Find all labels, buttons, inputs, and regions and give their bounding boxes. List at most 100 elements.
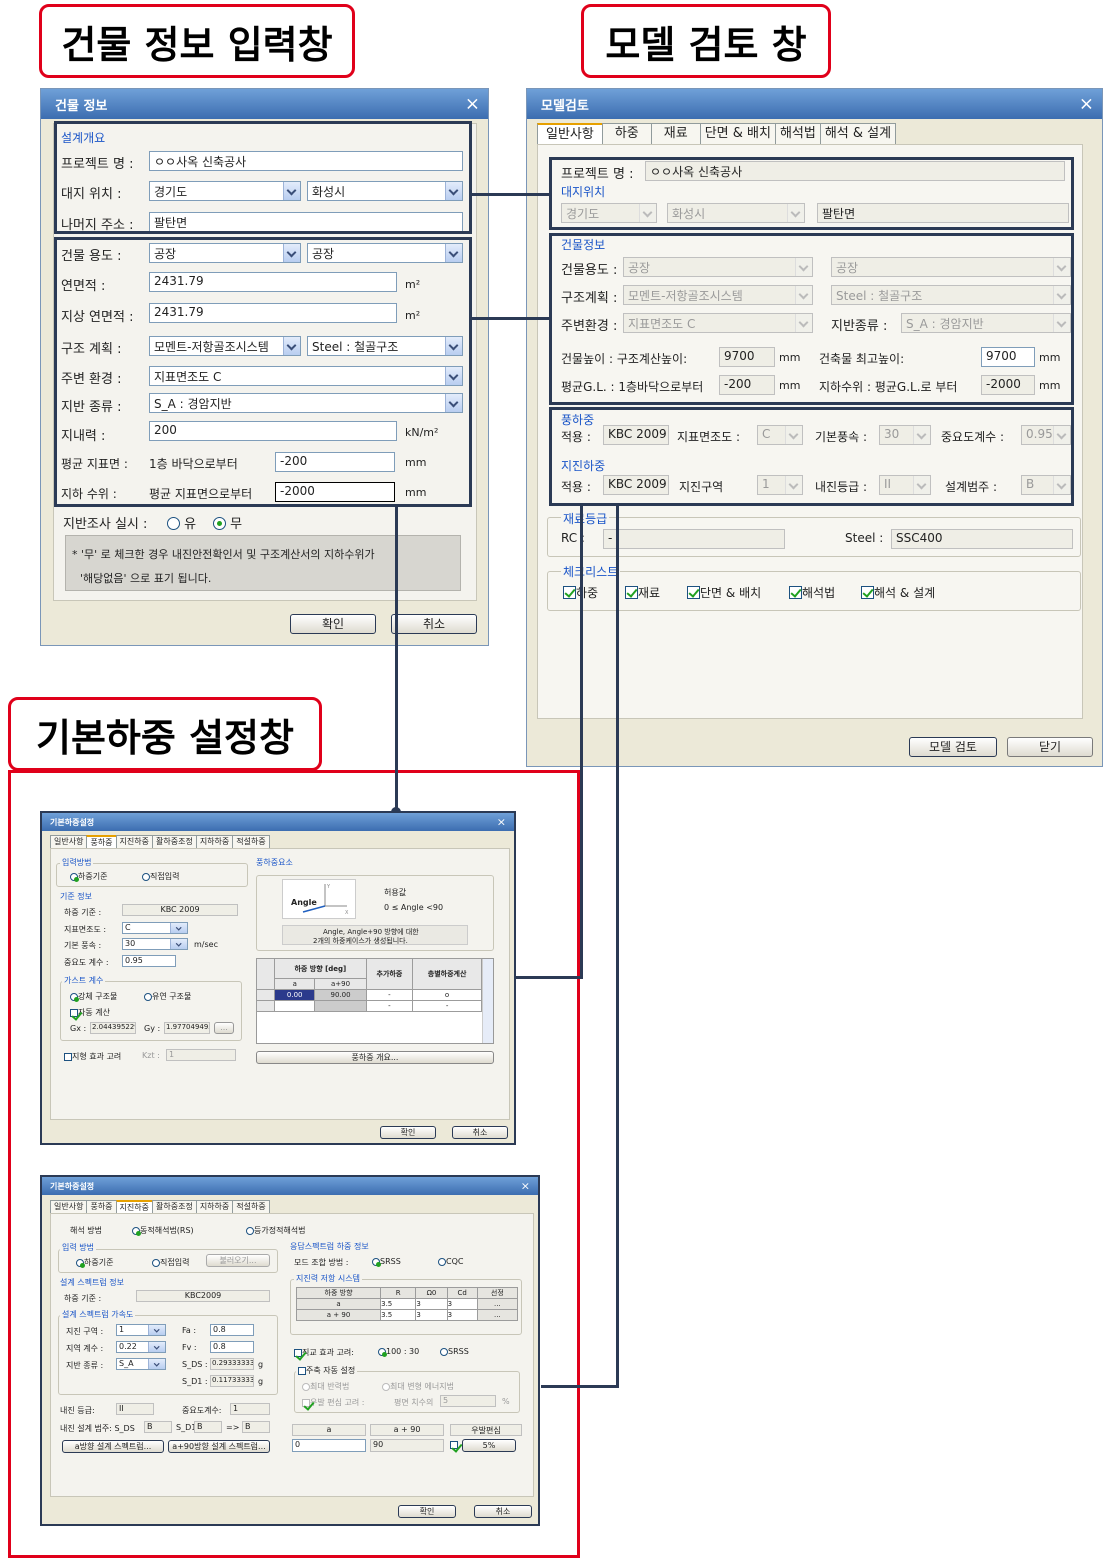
cell-cd[interactable]: 3 — [446, 1298, 478, 1310]
wind-table-scrollbar[interactable] — [482, 959, 493, 1043]
wind-rigid-option[interactable]: 강체 구조물 — [70, 991, 117, 1002]
wind-rough-label: 지표면조도 : — [64, 925, 107, 934]
close-icon[interactable]: × — [497, 816, 506, 829]
tab-section[interactable]: 단면 & 배치 — [699, 123, 776, 145]
seismic-bottom-a-field[interactable]: 0 — [292, 1439, 366, 1452]
cell-add[interactable]: - — [365, 1000, 414, 1012]
seismic-bottom-ecc-check[interactable] — [450, 1440, 458, 1449]
seismic-coef-select[interactable]: 0.22 — [116, 1341, 166, 1353]
tab-general[interactable]: 일반사항 — [50, 1200, 88, 1213]
seismic-std-option[interactable]: 하중기준 — [76, 1257, 113, 1268]
seismic-cancel-button[interactable]: 취소 — [474, 1505, 532, 1518]
seismic-spectrum-a90-button[interactable]: a+90방향 설계 스펙트럼... — [168, 1440, 270, 1453]
cell-a[interactable]: 0.00 — [273, 989, 316, 1001]
seismic-es-option[interactable]: 등가정적해석법 — [246, 1225, 306, 1236]
tab-analysis-method[interactable]: 해석법 — [774, 123, 821, 145]
seismic-spectrum-a-button[interactable]: a방향 설계 스펙트럼... — [62, 1440, 164, 1453]
seismic-soil-select[interactable]: S_A — [116, 1358, 166, 1370]
cell-torsion[interactable]: - — [412, 1000, 482, 1012]
table-row[interactable]: a + 90 3.5 3 3 ... — [295, 1309, 519, 1321]
survey-yes-option[interactable]: 유 — [167, 513, 196, 532]
close-icon[interactable]: × — [465, 94, 480, 115]
cell-a[interactable] — [273, 1000, 316, 1012]
tab-wind[interactable]: 풍하중 — [86, 835, 117, 848]
seismic-plan-field: 5 — [440, 1395, 496, 1407]
seismic-direct-option[interactable]: 직접입력 — [152, 1257, 189, 1268]
tab-live[interactable]: 활하중조정 — [152, 835, 197, 848]
wind-cancel-button[interactable]: 취소 — [452, 1126, 508, 1139]
seismic-ortho-option[interactable]: 직교 효과 고려: — [294, 1347, 354, 1358]
cancel-button[interactable]: 취소 — [391, 614, 477, 634]
wind-rough-select[interactable]: C — [122, 922, 188, 934]
cell-r[interactable]: 3.5 — [380, 1309, 417, 1321]
check-material[interactable]: 재료 — [625, 584, 660, 601]
seismic-fv-label: Fv : — [182, 1343, 197, 1352]
seismic-rs-option[interactable]: 동적해석법(RS) — [132, 1225, 194, 1236]
cell-a90[interactable] — [314, 1000, 367, 1012]
cell-r[interactable]: 3.5 — [380, 1298, 417, 1310]
check-analysis-design[interactable]: 해석 & 설계 — [861, 584, 935, 601]
model-review-title: 모델검토 — [541, 98, 589, 114]
seismic-ok-button[interactable]: 확인 — [398, 1505, 456, 1518]
tab-underground[interactable]: 지하하중 — [195, 1200, 234, 1213]
tab-underground[interactable]: 지하하중 — [195, 835, 234, 848]
model-close-button[interactable]: 닫기 — [1007, 737, 1093, 757]
table-row[interactable]: 0.00 90.00 - o — [256, 989, 482, 1001]
cell-torsion[interactable]: o — [412, 989, 482, 1001]
tab-wind[interactable]: 풍하중 — [86, 1200, 117, 1213]
cell-omega[interactable]: 3 — [415, 1309, 448, 1321]
seismic-fv-field[interactable]: 0.8 — [210, 1341, 254, 1353]
wind-direct-option[interactable]: 직접입력 — [142, 871, 179, 882]
cell-add[interactable]: - — [365, 989, 414, 1001]
seismic-ortho-srss-option[interactable]: SRSS — [440, 1347, 469, 1356]
highlight-model-loads — [549, 407, 1074, 506]
tab-snow[interactable]: 적설하중 — [232, 1200, 270, 1213]
cell-omega[interactable]: 3 — [415, 1298, 448, 1310]
seismic-cqc-option[interactable]: CQC — [438, 1257, 463, 1266]
cell-a90[interactable]: 90.00 — [314, 989, 367, 1001]
wind-auto-option[interactable]: 자동 계산 — [70, 1007, 110, 1018]
tab-analysis-design[interactable]: 해석 & 설계 — [819, 123, 897, 145]
tab-seismic[interactable]: 지진하중 — [115, 835, 153, 848]
wind-flex-option[interactable]: 유연 구조물 — [144, 991, 191, 1002]
table-row[interactable]: - - — [256, 1000, 482, 1012]
wind-topo-option[interactable]: 지형 효과 고려 — [64, 1051, 121, 1062]
close-icon[interactable]: × — [521, 1180, 530, 1193]
tab-general[interactable]: 일반사항 — [537, 123, 603, 145]
close-icon[interactable]: × — [1079, 94, 1094, 115]
wind-gust-more-button[interactable]: ... — [214, 1022, 234, 1034]
seismic-ecc-option[interactable]: 우발 편심 고려 : — [302, 1397, 364, 1408]
wind-summary-button[interactable]: 풍하중 개요... — [256, 1051, 494, 1064]
wind-speed-select[interactable]: 30 — [122, 938, 188, 950]
tab-material[interactable]: 재료 — [650, 123, 701, 145]
seismic-bottom-pct-button[interactable]: 5% — [462, 1439, 516, 1452]
seismic-load-button[interactable]: 불러오기... — [206, 1254, 270, 1267]
check-section[interactable]: 단면 & 배치 — [687, 584, 761, 601]
wind-ok-button[interactable]: 확인 — [380, 1126, 436, 1139]
seismic-max-energy-option[interactable]: 최대 변형 에너지법 — [382, 1381, 454, 1392]
radio-selected-icon — [378, 1348, 387, 1357]
seismic-max-resp-option[interactable]: 최대 반력법 — [302, 1381, 349, 1392]
tab-live[interactable]: 활하중조정 — [152, 1200, 197, 1213]
seismic-axis-option[interactable]: 주축 자동 설정 — [296, 1365, 358, 1376]
ok-button[interactable]: 확인 — [290, 614, 376, 634]
wind-std-option[interactable]: 하중기준 — [70, 871, 107, 882]
check-analysis-method[interactable]: 해석법 — [789, 584, 835, 601]
seismic-ortho-100-option[interactable]: 100 : 30 — [378, 1347, 419, 1357]
survey-no-option[interactable]: 무 — [213, 513, 242, 532]
wind-imp-field[interactable]: 0.95 — [122, 955, 176, 967]
tab-general[interactable]: 일반사항 — [50, 835, 88, 848]
cell-cd[interactable]: 3 — [446, 1309, 478, 1321]
tab-snow[interactable]: 적설하중 — [232, 835, 270, 848]
model-review-button[interactable]: 모델 검토 — [909, 737, 997, 757]
row-header — [256, 989, 275, 1001]
table-row[interactable]: a 3.5 3 3 ... — [295, 1298, 519, 1310]
tab-load[interactable]: 하중 — [601, 123, 652, 145]
seismic-zone-select[interactable]: 1 — [116, 1324, 166, 1336]
tab-seismic[interactable]: 지진하중 — [115, 1200, 153, 1213]
cell-select-button[interactable]: ... — [476, 1298, 519, 1310]
seismic-bottom-a90-field: 90 — [370, 1439, 444, 1452]
cell-select-button[interactable]: ... — [476, 1309, 519, 1321]
seismic-srss-option[interactable]: SRSS — [372, 1257, 401, 1267]
seismic-fa-field[interactable]: 0.8 — [210, 1324, 254, 1336]
